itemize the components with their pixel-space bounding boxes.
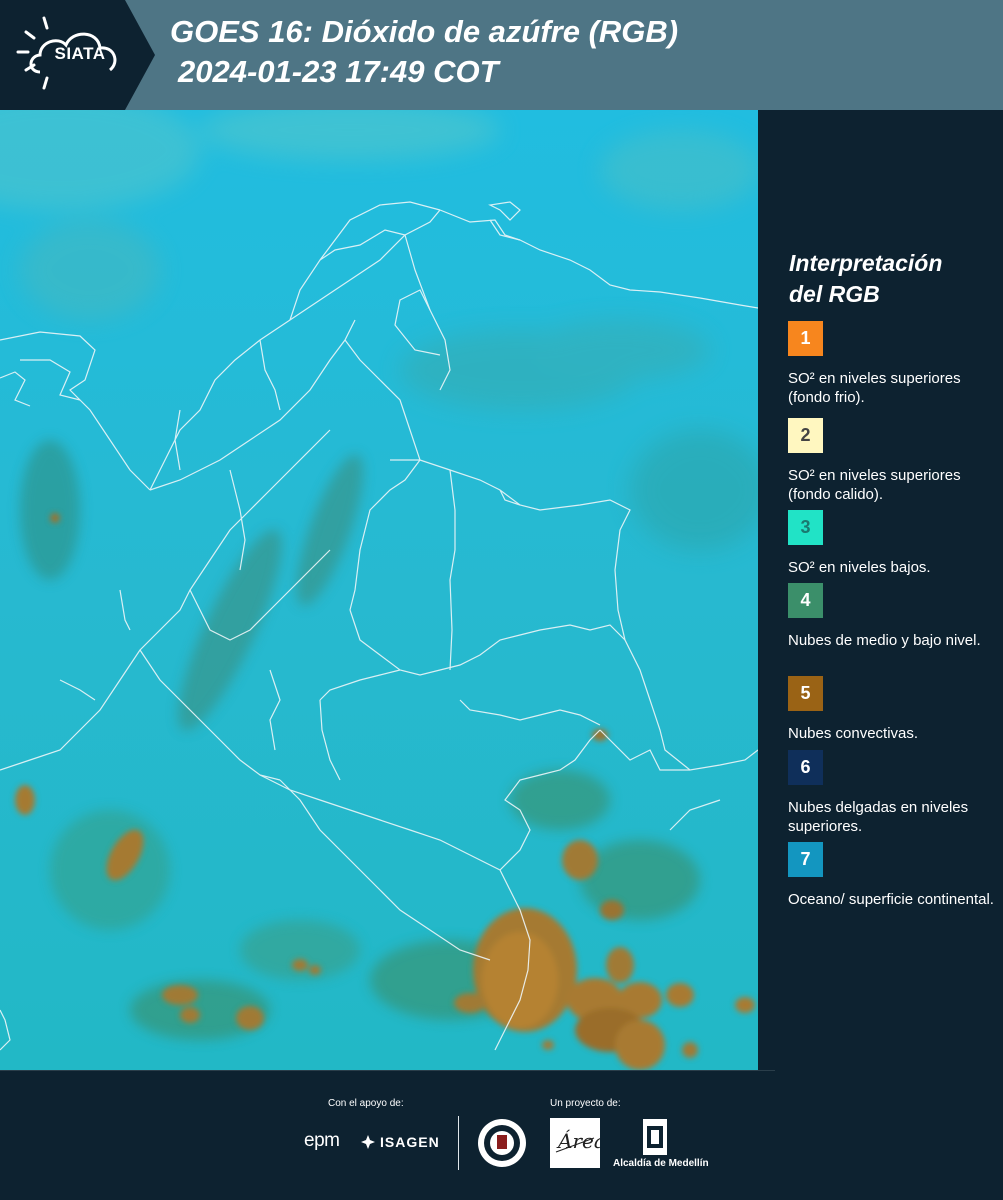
legend-panel: Interpretación del RGB 1 SO² en niveles … — [758, 110, 1003, 1070]
legend-label-7: Oceano/ superficie continental. — [788, 891, 994, 908]
footer-divider — [0, 1070, 775, 1071]
logo-text: SIATA — [54, 44, 106, 63]
legend-label-5: Nubes convectivas. — [788, 725, 919, 742]
legend-label-4: Nubes de medio y bajo nivel. — [788, 632, 981, 649]
footer-vertical-divider — [458, 1116, 459, 1170]
footer: Con el apoyo de: Un proyecto de: epm ISA… — [0, 1070, 1003, 1200]
legend-label-2: SO² en niveles superiores (fondo calido)… — [788, 467, 961, 503]
area-metropolitana-logo: Área — [550, 1118, 606, 1168]
legend-swatch-1: 1 — [788, 321, 823, 356]
epm-logo: epm — [304, 1130, 340, 1151]
medellin-seal-icon — [478, 1119, 526, 1167]
legend-swatch-2: 2 — [788, 418, 823, 453]
timestamp-title: 2024-01-23 17:49 COT — [178, 54, 499, 89]
legend-swatch-7: 7 — [788, 842, 823, 877]
satellite-map — [0, 110, 758, 1070]
legend-label-1: SO² en niveles superiores (fondo frio). — [788, 370, 961, 406]
legend-title: Interpretación del RGB — [789, 248, 989, 310]
legend-label-3: SO² en niveles bajos. — [788, 559, 931, 576]
legend-item-1: 1 SO² en niveles superiores (fondo frio)… — [788, 321, 998, 407]
legend-label-6: Nubes delgadas en niveles superiores. — [788, 799, 969, 835]
isagen-text: ISAGEN — [380, 1134, 440, 1150]
legend-item-3: 3 SO² en niveles bajos. — [788, 510, 998, 577]
legend-swatch-3: 3 — [788, 510, 823, 545]
legend-swatch-6: 6 — [788, 750, 823, 785]
header-bar: SIATA GOES 16: Dióxido de azúfre (RGB) 2… — [0, 0, 1003, 110]
legend-title-line2: del RGB — [789, 281, 880, 307]
alcaldia-shield-icon — [643, 1119, 667, 1155]
isagen-icon — [361, 1135, 375, 1149]
legend-item-7: 7 Oceano/ superficie continental. — [788, 842, 998, 909]
alcaldia-text: Alcaldía de Medellín — [613, 1158, 709, 1169]
legend-title-line1: Interpretación — [789, 250, 943, 276]
legend-item-2: 2 SO² en niveles superiores (fondo calid… — [788, 418, 998, 506]
legend-item-6: 6 Nubes delgadas en niveles superiores. — [788, 750, 998, 836]
legend-swatch-5: 5 — [788, 676, 823, 711]
isagen-logo: ISAGEN — [360, 1134, 440, 1150]
project-caption: Un proyecto de: — [550, 1098, 621, 1109]
page-title: GOES 16: Dióxido de azúfre (RGB) — [170, 14, 679, 49]
legend-item-5: 5 Nubes convectivas. — [788, 676, 998, 743]
legend-item-4: 4 Nubes de medio y bajo nivel. — [788, 583, 998, 650]
siata-logo: SIATA — [0, 0, 155, 110]
support-caption: Con el apoyo de: — [328, 1098, 404, 1109]
legend-swatch-4: 4 — [788, 583, 823, 618]
